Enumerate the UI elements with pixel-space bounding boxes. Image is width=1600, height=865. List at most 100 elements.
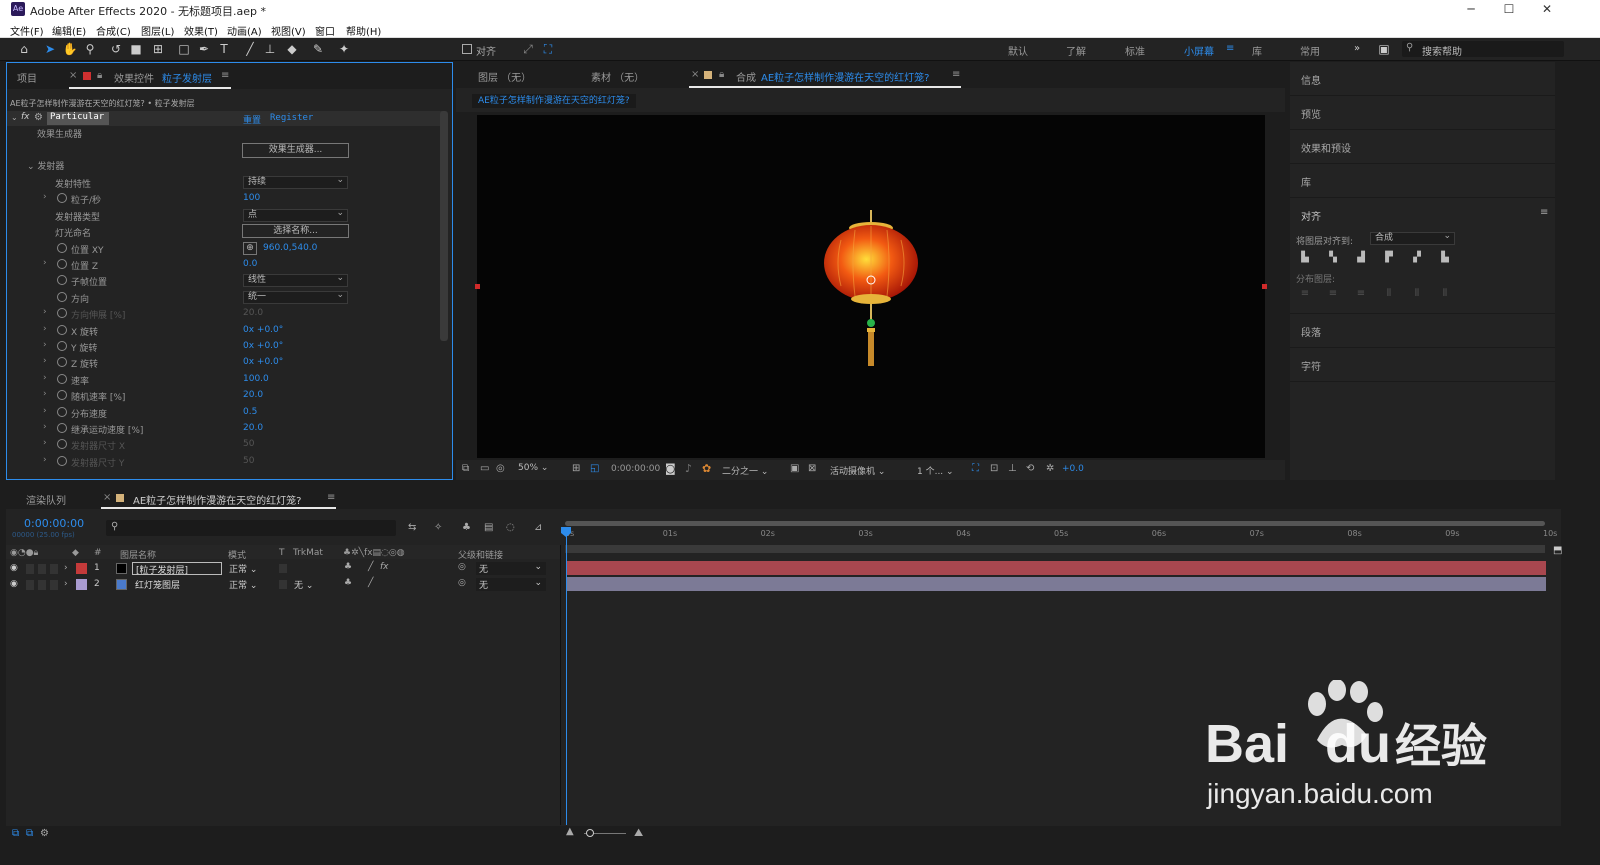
effect-controls-scrollbar[interactable] <box>440 111 448 341</box>
preview-panel-header[interactable]: 预览 <box>1290 96 1555 130</box>
work-area-bar[interactable] <box>565 521 1545 526</box>
menu-window[interactable]: 窗口 <box>315 23 335 38</box>
align-horizontal-center-icon[interactable]: ▚ <box>1326 252 1340 264</box>
stopwatch-icon[interactable] <box>57 291 67 302</box>
audio-toggle[interactable] <box>26 580 34 590</box>
exposure-value[interactable]: +0.0 <box>1062 464 1084 474</box>
stopwatch-icon[interactable] <box>57 423 67 433</box>
panel-menu-icon[interactable]: ≡ <box>1540 207 1548 218</box>
stopwatch-icon[interactable] <box>57 308 67 319</box>
visibility-eye-icon[interactable]: ◉ <box>10 563 18 573</box>
timeline-layer-row[interactable]: ◉ › 1 [粒子发射层] 正常 ⌄ ♣ ╱ fx ◎ 无 ⌄ <box>6 561 561 577</box>
parent-dropdown[interactable]: 无 ⌄ <box>476 562 546 575</box>
effect-register-link[interactable]: Register <box>270 113 313 123</box>
effect-reset-link[interactable]: 重置 <box>243 113 261 126</box>
show-snapshot-icon[interactable]: ♪ <box>685 462 692 475</box>
flowchart-icon[interactable]: ⟲ <box>1026 463 1034 474</box>
zoom-in-icon[interactable]: ⛰ <box>634 826 643 840</box>
layer-1-duration-bar[interactable] <box>566 561 1546 575</box>
expand-chevron-icon[interactable]: › <box>64 579 68 589</box>
expand-chevron-icon[interactable]: › <box>43 455 47 465</box>
roto-brush-tool-icon[interactable]: ✎ <box>310 41 326 57</box>
libraries-panel-header[interactable]: 库 <box>1290 164 1555 198</box>
resolution-dropdown[interactable]: 二分之一 ⌄ <box>722 464 768 477</box>
stopwatch-icon[interactable] <box>57 193 67 204</box>
close-tab-icon[interactable]: × <box>69 70 77 81</box>
emitter-collapse-chevron[interactable]: ⌄ <box>27 162 37 172</box>
align-to-dropdown[interactable]: 合成 <box>1370 231 1455 245</box>
property-value[interactable]: 50 <box>243 456 254 466</box>
lock-icon[interactable]: 🔒︎ <box>97 70 102 81</box>
tab-effect-controls-prefix[interactable]: 效果控件 <box>114 70 154 85</box>
rotate-tool-icon[interactable]: ↺ <box>108 41 124 57</box>
layer-search-input[interactable]: ⚲ <box>106 520 396 536</box>
expand-chevron-icon[interactable]: › <box>43 422 47 432</box>
solo-toggle[interactable] <box>38 564 46 574</box>
transparency-grid-icon[interactable]: ⊠ <box>808 463 816 474</box>
stopwatch-icon[interactable] <box>57 357 67 368</box>
expand-chevron-icon[interactable]: › <box>43 389 47 399</box>
preserve-transparency-toggle[interactable] <box>279 564 287 573</box>
property-value[interactable]: 0x +0.0° <box>243 341 283 351</box>
rectangle-tool-icon[interactable]: □ <box>176 41 192 57</box>
preserve-transparency-toggle[interactable] <box>279 580 287 589</box>
stopwatch-icon[interactable] <box>57 242 67 253</box>
fit-icon[interactable]: ⊞ <box>572 463 580 474</box>
hand-tool-icon[interactable]: ✋ <box>62 41 78 57</box>
menu-layer[interactable]: 图层(L) <box>141 23 174 38</box>
red-lantern-image[interactable] <box>817 210 927 370</box>
sync-settings-icon[interactable]: ▣ <box>1376 41 1392 57</box>
tab-layer[interactable]: 图层 （无） <box>478 69 531 84</box>
property-value[interactable]: 960.0,540.0 <box>263 243 317 253</box>
property-value[interactable]: 20.0 <box>243 390 263 400</box>
workspace-common[interactable]: 常用 <box>1300 43 1320 58</box>
more-workspaces-icon[interactable]: » <box>1354 43 1360 54</box>
layer-mode-dropdown[interactable]: 正常 ⌄ <box>229 562 271 575</box>
close-button[interactable]: ✕ <box>1532 2 1562 16</box>
close-tab-icon[interactable]: × <box>691 69 699 80</box>
shy-switch-icon[interactable]: ♣ <box>344 562 352 572</box>
tab-comp-name[interactable]: AE粒子怎样制作漫游在天空的红灯笼? <box>761 69 929 84</box>
shy-switch-icon[interactable]: ♣ <box>344 578 352 588</box>
stopwatch-icon[interactable] <box>57 455 67 466</box>
character-panel-header[interactable]: 字符 <box>1290 348 1555 382</box>
modes-toggle-icon[interactable]: ⧉ <box>26 828 33 839</box>
close-tab-icon[interactable]: × <box>103 492 111 503</box>
menu-file[interactable]: 文件(F) <box>10 23 44 38</box>
tab-render-queue[interactable]: 渲染队列 <box>26 492 66 507</box>
workspace-learn[interactable]: 了解 <box>1066 43 1086 58</box>
fast-preview-icon[interactable]: ⊡ <box>990 463 998 474</box>
layer-label-color[interactable] <box>76 563 87 574</box>
menu-view[interactable]: 视图(V) <box>271 23 306 38</box>
stopwatch-icon[interactable] <box>57 406 67 417</box>
menu-help[interactable]: 帮助(H) <box>346 23 381 38</box>
expand-chevron-icon[interactable]: › <box>43 340 47 350</box>
info-panel-header[interactable]: 信息 <box>1290 62 1555 96</box>
vr-icon[interactable]: ◎ <box>496 463 505 474</box>
home-icon[interactable]: ⌂ <box>16 41 32 57</box>
visibility-eye-icon[interactable]: ◉ <box>10 579 18 589</box>
stopwatch-icon[interactable] <box>57 373 67 384</box>
zoom-out-icon[interactable]: ▲ <box>566 826 574 837</box>
property-dropdown[interactable]: 统一 <box>243 290 348 304</box>
snap-options-icon[interactable]: ⛶ <box>540 41 556 57</box>
menu-animation[interactable]: 动画(A) <box>227 23 262 38</box>
stopwatch-icon[interactable] <box>57 390 67 401</box>
effect-settings-icon[interactable]: ⚙ <box>34 112 43 123</box>
property-dropdown[interactable]: 点 <box>243 208 348 222</box>
parent-header[interactable]: 父级和链接 <box>458 548 503 561</box>
always-preview-icon[interactable]: ⧉ <box>462 463 469 474</box>
expand-chevron-icon[interactable]: › <box>43 406 47 416</box>
expand-chevron-icon[interactable]: › <box>43 356 47 366</box>
menu-edit[interactable]: 编辑(E) <box>52 23 86 38</box>
zoom-level-dropdown[interactable]: 50% ⌄ <box>518 463 548 473</box>
views-dropdown[interactable]: 1 个... ⌄ <box>917 464 954 477</box>
snapshot-icon[interactable]: ◙ <box>665 462 676 475</box>
channel-icon[interactable]: ✿ <box>702 462 711 475</box>
maximize-button[interactable]: ☐ <box>1494 2 1524 16</box>
layer-switches-toggle-icon[interactable]: ⧉ <box>12 828 19 839</box>
zoom-tool-icon[interactable]: ⚲ <box>82 41 98 57</box>
tab-project[interactable]: 项目 <box>17 70 37 85</box>
property-dropdown[interactable]: 持续 <box>243 175 348 189</box>
layer-2-duration-bar[interactable] <box>566 577 1546 591</box>
